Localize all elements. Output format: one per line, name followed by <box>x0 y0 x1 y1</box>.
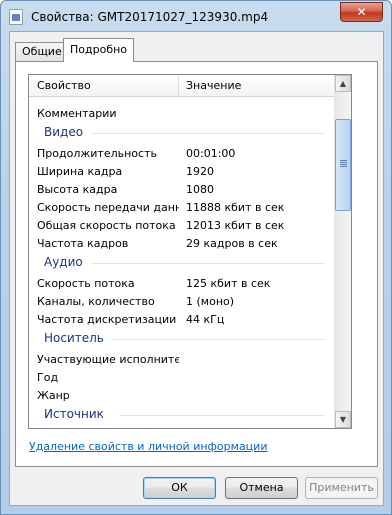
property-name: Общая скорость потока <box>37 219 176 232</box>
dialog-body: Общие Подробно Свойство Значение Коммент… <box>9 31 384 506</box>
list-item[interactable]: Комментарии <box>29 104 335 122</box>
grip-icon <box>340 160 347 167</box>
ok-button[interactable]: ОК <box>143 477 216 499</box>
property-name: Участвующие исполнители <box>37 353 179 366</box>
group-header-media: Носитель <box>29 328 335 350</box>
property-name: Год <box>37 371 59 384</box>
group-title: Источник <box>44 407 104 421</box>
property-name: Каналы, количество <box>37 295 155 308</box>
details-tab-panel: Свойство Значение Комментарии Видео Прод… <box>15 61 378 467</box>
scroll-thumb[interactable] <box>335 119 351 211</box>
group-divider <box>111 339 325 340</box>
property-value[interactable]: 29 кадров в сек <box>186 237 278 250</box>
apply-button[interactable]: Применить <box>305 477 378 499</box>
property-name: Продолжительность <box>37 147 157 160</box>
property-name: Скорость передачи данн... <box>37 201 179 214</box>
file-video-icon <box>9 9 23 25</box>
list-item[interactable]: Каналы, количество 1 (моно) <box>29 292 335 310</box>
group-header-video: Видео <box>29 122 335 144</box>
list-item[interactable]: Скорость потока 125 кбит в сек <box>29 274 335 292</box>
property-name: Комментарии <box>37 107 117 120</box>
list-item[interactable]: Участвующие исполнители <box>29 350 335 368</box>
group-title: Аудио <box>44 255 83 269</box>
group-title: Носитель <box>44 331 104 345</box>
property-name: Жанр <box>37 389 70 402</box>
property-value[interactable]: 00:01:00 <box>186 147 235 160</box>
group-divider <box>91 263 325 264</box>
property-value[interactable]: 1080 <box>186 183 214 196</box>
group-title: Видео <box>44 125 84 139</box>
cancel-button[interactable]: Отмена <box>225 477 298 499</box>
group-header-source: Источник <box>29 404 335 426</box>
list-item[interactable]: Частота дискретизации 44 кГц <box>29 310 335 328</box>
property-value[interactable]: 11888 кбит в сек <box>186 201 284 214</box>
close-button[interactable]: ✕ <box>340 2 383 22</box>
tab-details[interactable]: Подробно <box>63 38 135 62</box>
list-item[interactable]: Ширина кадра 1920 <box>29 162 335 180</box>
remove-properties-link[interactable]: Удаление свойств и личной информации <box>29 440 267 453</box>
list-header: Свойство Значение <box>29 75 335 97</box>
scroll-down-button[interactable]: ▼ <box>335 411 351 428</box>
group-header-audio: Аудио <box>29 252 335 274</box>
property-value[interactable]: 125 кбит в сек <box>186 277 270 290</box>
properties-list[interactable]: Свойство Значение Комментарии Видео Прод… <box>28 74 352 429</box>
column-header-property[interactable]: Свойство <box>37 79 91 92</box>
list-item[interactable]: Жанр <box>29 386 335 404</box>
property-value[interactable]: 44 кГц <box>186 313 224 326</box>
group-divider <box>91 133 325 134</box>
property-name: Ширина кадра <box>37 165 123 178</box>
property-value[interactable]: 1920 <box>186 165 214 178</box>
list-rows: Комментарии Видео Продолжительность 00:0… <box>29 97 335 426</box>
list-item[interactable]: Скорость передачи данн... 11888 кбит в с… <box>29 198 335 216</box>
title-bar[interactable]: Свойства: GMT20171027_123930.mp4 ✕ <box>1 1 391 31</box>
group-divider <box>119 415 325 416</box>
property-name: Высота кадра <box>37 183 118 196</box>
window-title: Свойства: GMT20171027_123930.mp4 <box>31 10 269 24</box>
properties-window: Свойства: GMT20171027_123930.mp4 ✕ Общие… <box>0 0 392 515</box>
property-value[interactable]: 1 (моно) <box>186 295 234 308</box>
list-item[interactable]: Частота кадров 29 кадров в сек <box>29 234 335 252</box>
scroll-up-button[interactable]: ▲ <box>335 75 351 92</box>
list-item[interactable]: Продолжительность 00:01:00 <box>29 144 335 162</box>
property-value[interactable]: 12013 кбит в сек <box>186 219 284 232</box>
row-spacer <box>29 97 335 104</box>
column-header-value[interactable]: Значение <box>186 79 241 92</box>
property-name: Частота дискретизации <box>37 313 177 326</box>
list-item[interactable]: Год <box>29 368 335 386</box>
list-item[interactable]: Высота кадра 1080 <box>29 180 335 198</box>
property-name: Скорость потока <box>37 277 135 290</box>
vertical-scrollbar[interactable]: ▲ ▼ <box>334 75 351 428</box>
tab-general[interactable]: Общие <box>15 42 69 61</box>
property-name: Частота кадров <box>37 237 129 250</box>
column-divider[interactable] <box>178 76 179 96</box>
list-item[interactable]: Общая скорость потока 12013 кбит в сек <box>29 216 335 234</box>
